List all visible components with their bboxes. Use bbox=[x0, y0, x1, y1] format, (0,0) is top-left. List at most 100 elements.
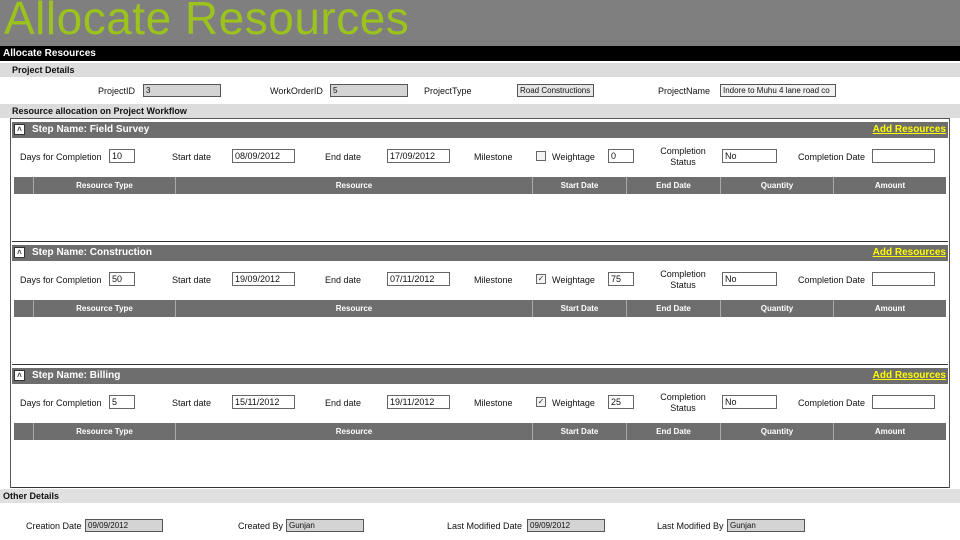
slide-title-bar: Allocate Resources bbox=[0, 0, 960, 46]
created-by-label: Created By bbox=[238, 521, 284, 531]
project-name-label: ProjectName bbox=[658, 86, 711, 96]
completion-status-label: Completion Status bbox=[660, 146, 706, 167]
other-details-label: Other Details bbox=[3, 491, 60, 501]
days-label: Days for Completion bbox=[20, 275, 102, 285]
weightage-label: Weightage bbox=[552, 152, 595, 162]
completion-status-input[interactable]: No bbox=[722, 272, 777, 286]
completion-date-input[interactable] bbox=[872, 272, 935, 286]
column-header[interactable]: Start Date bbox=[533, 423, 627, 440]
column-header[interactable]: End Date bbox=[627, 300, 721, 317]
weightage-input[interactable]: 75 bbox=[608, 272, 634, 286]
column-header[interactable]: Resource Type bbox=[34, 300, 176, 317]
end-date-label: End date bbox=[325, 398, 362, 408]
last-modified-date-field[interactable]: 09/09/2012 bbox=[527, 519, 605, 532]
column-header[interactable]: Resource Type bbox=[34, 423, 176, 440]
creation-date-field[interactable]: 09/09/2012 bbox=[85, 519, 163, 532]
collapse-icon[interactable]: ˄ bbox=[14, 124, 25, 135]
collapse-icon[interactable]: ˄ bbox=[14, 247, 25, 258]
milestone-label: Milestone bbox=[474, 275, 513, 285]
start-date-label: Start date bbox=[172, 152, 212, 162]
step-header: ˄ Step Name: Field Survey Add Resources bbox=[12, 122, 948, 138]
column-header[interactable]: Quantity bbox=[721, 300, 834, 317]
resource-grid-header: Resource Type Resource Start Date End Date Q… bbox=[14, 300, 946, 317]
days-label: Days for Completion bbox=[20, 152, 102, 162]
step-name: Step Name: Field Survey bbox=[32, 124, 150, 135]
resource-grid-header: Resource Type Resource Start Date End Date Q… bbox=[14, 423, 946, 440]
resource-grid-header: Resource Type Resource Start Date End Date Q… bbox=[14, 177, 946, 194]
workflow-step: ˄ Step Name: Construction Add Resources Day… bbox=[12, 245, 948, 365]
project-type-label: ProjectType bbox=[424, 86, 472, 96]
column-header[interactable]: Start Date bbox=[533, 300, 627, 317]
slide-title: Allocate Resources bbox=[4, 0, 410, 44]
column-header[interactable]: End Date bbox=[627, 177, 721, 194]
end-date-input[interactable]: 17/09/2012 bbox=[387, 149, 450, 163]
project-details-label: Project Details bbox=[12, 65, 75, 75]
start-date-input[interactable]: 15/11/2012 bbox=[232, 395, 295, 409]
project-id-field[interactable]: 3 bbox=[143, 84, 221, 97]
column-header[interactable]: Resource Type bbox=[34, 177, 176, 194]
completion-status-label: Completion Status bbox=[660, 269, 706, 290]
project-details-header: Project Details bbox=[0, 63, 960, 77]
completion-status-input[interactable]: No bbox=[722, 395, 777, 409]
column-header[interactable]: End Date bbox=[627, 423, 721, 440]
weightage-label: Weightage bbox=[552, 275, 595, 285]
end-date-input[interactable]: 07/11/2012 bbox=[387, 272, 450, 286]
days-input[interactable]: 50 bbox=[109, 272, 135, 286]
workflow-step: ˄ Step Name: Field Survey Add Resources Day… bbox=[12, 122, 948, 242]
column-header[interactable]: Start Date bbox=[533, 177, 627, 194]
completion-status-input[interactable]: No bbox=[722, 149, 777, 163]
last-modified-date-label: Last Modified Date bbox=[447, 521, 523, 531]
workflow-label: Resource allocation on Project Workflow bbox=[12, 106, 187, 116]
start-date-label: Start date bbox=[172, 275, 212, 285]
column-header[interactable]: Amount bbox=[834, 300, 946, 317]
milestone-label: Milestone bbox=[474, 398, 513, 408]
collapse-icon[interactable]: ˄ bbox=[14, 370, 25, 381]
milestone-checkbox[interactable] bbox=[536, 151, 546, 161]
completion-date-input[interactable] bbox=[872, 395, 935, 409]
created-by-field[interactable]: Gunjan bbox=[286, 519, 364, 532]
add-resources-link[interactable]: Add Resources bbox=[873, 368, 946, 384]
completion-date-label: Completion Date bbox=[798, 152, 866, 162]
workflow-header: Resource allocation on Project Workflow bbox=[0, 104, 960, 118]
end-date-label: End date bbox=[325, 275, 362, 285]
step-header: ˄ Step Name: Construction Add Resources bbox=[12, 245, 948, 261]
weightage-input[interactable]: 0 bbox=[608, 149, 634, 163]
last-modified-by-field[interactable]: Gunjan bbox=[727, 519, 805, 532]
add-resources-link[interactable]: Add Resources bbox=[873, 245, 946, 261]
last-modified-by-label: Last Modified By bbox=[657, 521, 724, 531]
days-input[interactable]: 10 bbox=[109, 149, 135, 163]
start-date-input[interactable]: 19/09/2012 bbox=[232, 272, 295, 286]
completion-date-input[interactable] bbox=[872, 149, 935, 163]
column-header[interactable]: Amount bbox=[834, 423, 946, 440]
completion-status-label: Completion Status bbox=[660, 392, 706, 413]
column-header[interactable]: Resource bbox=[176, 177, 533, 194]
app-header: Allocate Resources bbox=[0, 46, 960, 61]
column-header[interactable]: Resource bbox=[176, 300, 533, 317]
weightage-input[interactable]: 25 bbox=[608, 395, 634, 409]
days-input[interactable]: 5 bbox=[109, 395, 135, 409]
step-name: Step Name: Billing bbox=[32, 370, 121, 381]
milestone-checkbox[interactable]: ✓ bbox=[536, 397, 546, 407]
column-header[interactable]: Quantity bbox=[721, 423, 834, 440]
column-header[interactable] bbox=[14, 423, 34, 440]
project-id-label: ProjectID bbox=[98, 86, 136, 96]
step-header: ˄ Step Name: Billing Add Resources bbox=[12, 368, 948, 384]
start-date-input[interactable]: 08/09/2012 bbox=[232, 149, 295, 163]
days-label: Days for Completion bbox=[20, 398, 102, 408]
workflow-step: ˄ Step Name: Billing Add Resources Days for… bbox=[12, 368, 948, 488]
column-header[interactable]: Amount bbox=[834, 177, 946, 194]
column-header[interactable] bbox=[14, 300, 34, 317]
add-resources-link[interactable]: Add Resources bbox=[873, 122, 946, 138]
project-type-field[interactable]: Road Constructions bbox=[517, 84, 594, 97]
work-order-id-field[interactable]: 5 bbox=[330, 84, 408, 97]
end-date-label: End date bbox=[325, 152, 362, 162]
milestone-label: Milestone bbox=[474, 152, 513, 162]
project-name-field[interactable]: Indore to Muhu 4 lane road co bbox=[720, 84, 836, 97]
milestone-checkbox[interactable]: ✓ bbox=[536, 274, 546, 284]
column-header[interactable] bbox=[14, 177, 34, 194]
column-header[interactable]: Resource bbox=[176, 423, 533, 440]
column-header[interactable]: Quantity bbox=[721, 177, 834, 194]
end-date-input[interactable]: 19/11/2012 bbox=[387, 395, 450, 409]
completion-date-label: Completion Date bbox=[798, 275, 866, 285]
completion-date-label: Completion Date bbox=[798, 398, 866, 408]
